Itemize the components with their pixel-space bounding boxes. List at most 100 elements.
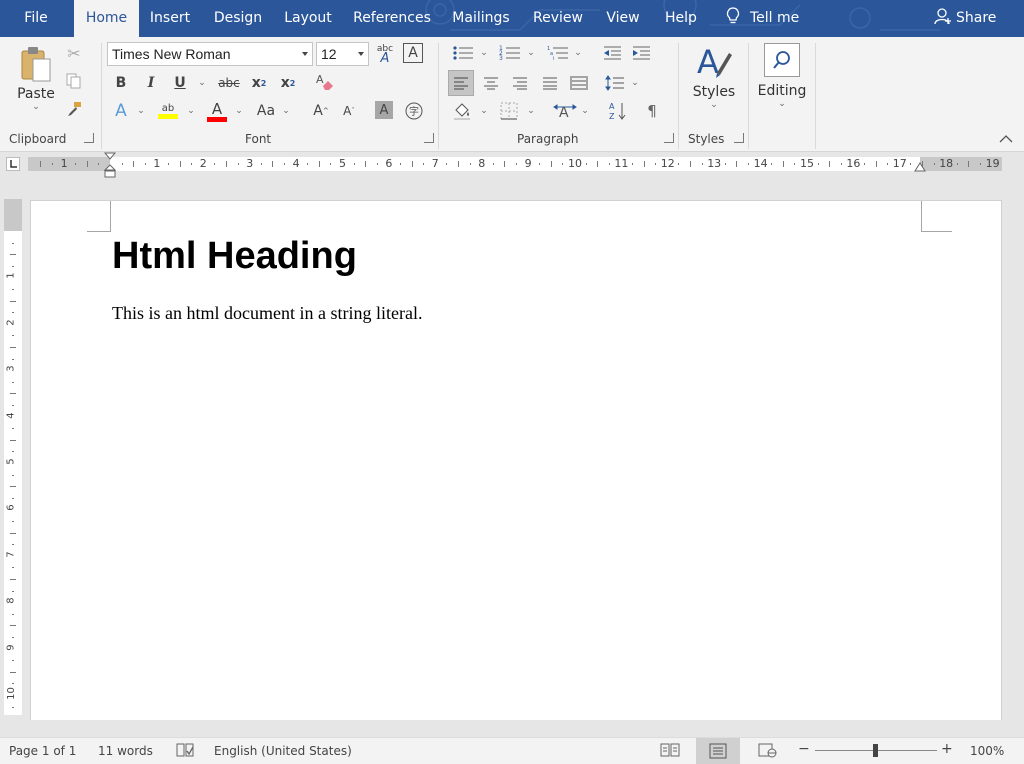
font-color-chevron-down-icon[interactable]: ⌄	[233, 103, 245, 119]
zoom-out-button[interactable]: −	[798, 741, 810, 757]
zoom-level-status[interactable]: 100%	[970, 744, 1004, 758]
format-painter-button[interactable]	[64, 99, 84, 119]
horizontal-ruler[interactable]: 1 1 2 3 4 5 6 7 8 9 10 11 12 13 14 15 16 17 18 19	[0, 152, 1024, 178]
underline-dropdown-chevron-icon[interactable]: ⌄	[196, 75, 208, 91]
clear-formatting-button[interactable]: A	[314, 71, 336, 93]
clear-grow-abc-button[interactable]: abc A	[375, 41, 395, 67]
paste-label: Paste	[17, 86, 55, 102]
copy-button[interactable]	[64, 71, 84, 91]
decrease-indent-button[interactable]	[600, 43, 624, 63]
paragraph-shading-button[interactable]	[449, 100, 475, 122]
right-indent-marker-icon[interactable]	[913, 160, 927, 174]
shrink-font-button[interactable]: Aˇ	[339, 100, 359, 122]
ruler-number: 1	[60, 157, 68, 170]
bullets-button[interactable]	[450, 43, 476, 63]
text-effects-button[interactable]: A	[111, 100, 131, 122]
paragraph-dialog-launcher-icon[interactable]	[664, 133, 674, 143]
enclose-characters-button[interactable]: 字	[403, 100, 425, 122]
indent-markers-icon[interactable]	[103, 152, 117, 178]
justify-button[interactable]	[537, 70, 563, 96]
subscript-button[interactable]: x2	[248, 73, 270, 93]
line-spacing-chevron-down-icon[interactable]: ⌄	[629, 75, 641, 91]
styles-gallery-button[interactable]: A Styles ⌄	[687, 43, 741, 125]
editing-button[interactable]: Editing ⌄	[756, 43, 808, 125]
asian-layout-button[interactable]: A	[552, 100, 578, 122]
tell-me-search[interactable]: Tell me	[726, 0, 816, 37]
asian-layout-chevron-down-icon[interactable]: ⌄	[579, 103, 591, 119]
proofing-button[interactable]	[176, 742, 194, 761]
multilevel-list-button[interactable]: 1ai	[545, 43, 571, 63]
distributed-button[interactable]	[566, 70, 592, 96]
underline-button[interactable]: U	[170, 73, 190, 93]
font-color-button[interactable]: A	[205, 99, 229, 123]
tab-help[interactable]: Help	[660, 0, 702, 37]
grow-font-button[interactable]: A ^	[311, 100, 331, 122]
collapse-ribbon-button[interactable]	[996, 131, 1016, 147]
borders-chevron-down-icon[interactable]: ⌄	[525, 103, 537, 119]
character-border-button[interactable]: A	[403, 43, 423, 63]
character-shading-button[interactable]: A	[375, 101, 393, 119]
bold-button[interactable]: B	[111, 73, 131, 93]
document-heading[interactable]: Html Heading	[112, 235, 357, 278]
numbering-chevron-down-icon[interactable]: ⌄	[525, 45, 537, 61]
tab-view[interactable]: View	[601, 0, 645, 37]
numbering-button[interactable]: 123	[497, 43, 523, 63]
align-right-button[interactable]	[507, 70, 533, 96]
text-effects-chevron-down-icon[interactable]: ⌄	[135, 103, 147, 119]
tab-home[interactable]: Home	[74, 0, 139, 37]
zoom-in-button[interactable]: +	[941, 741, 953, 757]
styles-dialog-launcher-icon[interactable]	[734, 133, 744, 143]
increase-indent-button[interactable]	[629, 43, 653, 63]
strikethrough-button[interactable]: abc	[216, 73, 242, 93]
tab-references[interactable]: References	[350, 0, 434, 37]
vertical-ruler-tick	[10, 439, 16, 441]
document-page[interactable]: Html Heading This is an html document in…	[30, 200, 1002, 720]
svg-text:A: A	[609, 102, 615, 111]
italic-button[interactable]: I	[141, 73, 161, 93]
vertical-ruler-tick	[10, 347, 16, 348]
change-case-button[interactable]: Aa	[253, 100, 279, 122]
word-count-status[interactable]: 11 words	[98, 744, 153, 758]
web-layout-button[interactable]	[758, 742, 778, 761]
zoom-slider-thumb[interactable]	[873, 744, 878, 757]
highlight-chevron-down-icon[interactable]: ⌄	[185, 103, 197, 119]
language-status[interactable]: English (United States)	[214, 744, 352, 758]
highlight-button[interactable]: ab	[156, 99, 180, 123]
multilevel-list-chevron-down-icon[interactable]: ⌄	[572, 45, 584, 61]
tab-layout[interactable]: Layout	[281, 0, 335, 37]
sort-button[interactable]: AZ	[607, 100, 629, 122]
paste-dropdown-icon[interactable]: ⌄	[32, 102, 40, 112]
font-size-select[interactable]: 12	[316, 42, 369, 66]
line-spacing-button[interactable]	[602, 70, 628, 96]
format-painter-icon	[68, 102, 81, 116]
print-layout-button[interactable]	[696, 738, 740, 764]
ruler-number: 2	[199, 157, 207, 170]
tab-mailings[interactable]: Mailings	[448, 0, 514, 37]
tab-file[interactable]: File	[12, 0, 60, 37]
font-name-select[interactable]: Times New Roman	[107, 42, 313, 66]
superscript-button[interactable]: x2	[277, 73, 299, 93]
read-mode-button[interactable]	[660, 742, 680, 761]
paste-button[interactable]: Paste ⌄	[14, 45, 58, 125]
align-left-button[interactable]	[448, 70, 474, 96]
tab-review[interactable]: Review	[529, 0, 587, 37]
font-dialog-launcher-icon[interactable]	[424, 133, 434, 143]
vertical-ruler[interactable]: 1 2 3 4 5 6 7 8 9 10	[4, 199, 22, 715]
bullets-chevron-down-icon[interactable]: ⌄	[478, 45, 490, 61]
show-formatting-marks-button[interactable]: ¶	[641, 100, 663, 122]
ruler-tick	[400, 163, 401, 165]
shading-chevron-down-icon[interactable]: ⌄	[478, 103, 490, 119]
borders-button[interactable]	[497, 100, 521, 122]
share-button[interactable]: Share	[934, 0, 1004, 37]
tab-design[interactable]: Design	[209, 0, 267, 37]
cut-button[interactable]: ✂	[64, 43, 84, 63]
multilevel-list-icon: 1ai	[547, 46, 568, 61]
page-count-status[interactable]: Page 1 of 1	[9, 744, 76, 758]
align-center-button[interactable]	[478, 70, 504, 96]
document-paragraph[interactable]: This is an html document in a string lit…	[112, 303, 422, 324]
tab-selector-button[interactable]	[6, 157, 20, 171]
clipboard-dialog-launcher-icon[interactable]	[84, 133, 94, 143]
vertical-ruler-tick	[12, 660, 14, 662]
tab-insert[interactable]: Insert	[146, 0, 194, 37]
change-case-chevron-down-icon[interactable]: ⌄	[280, 103, 292, 119]
